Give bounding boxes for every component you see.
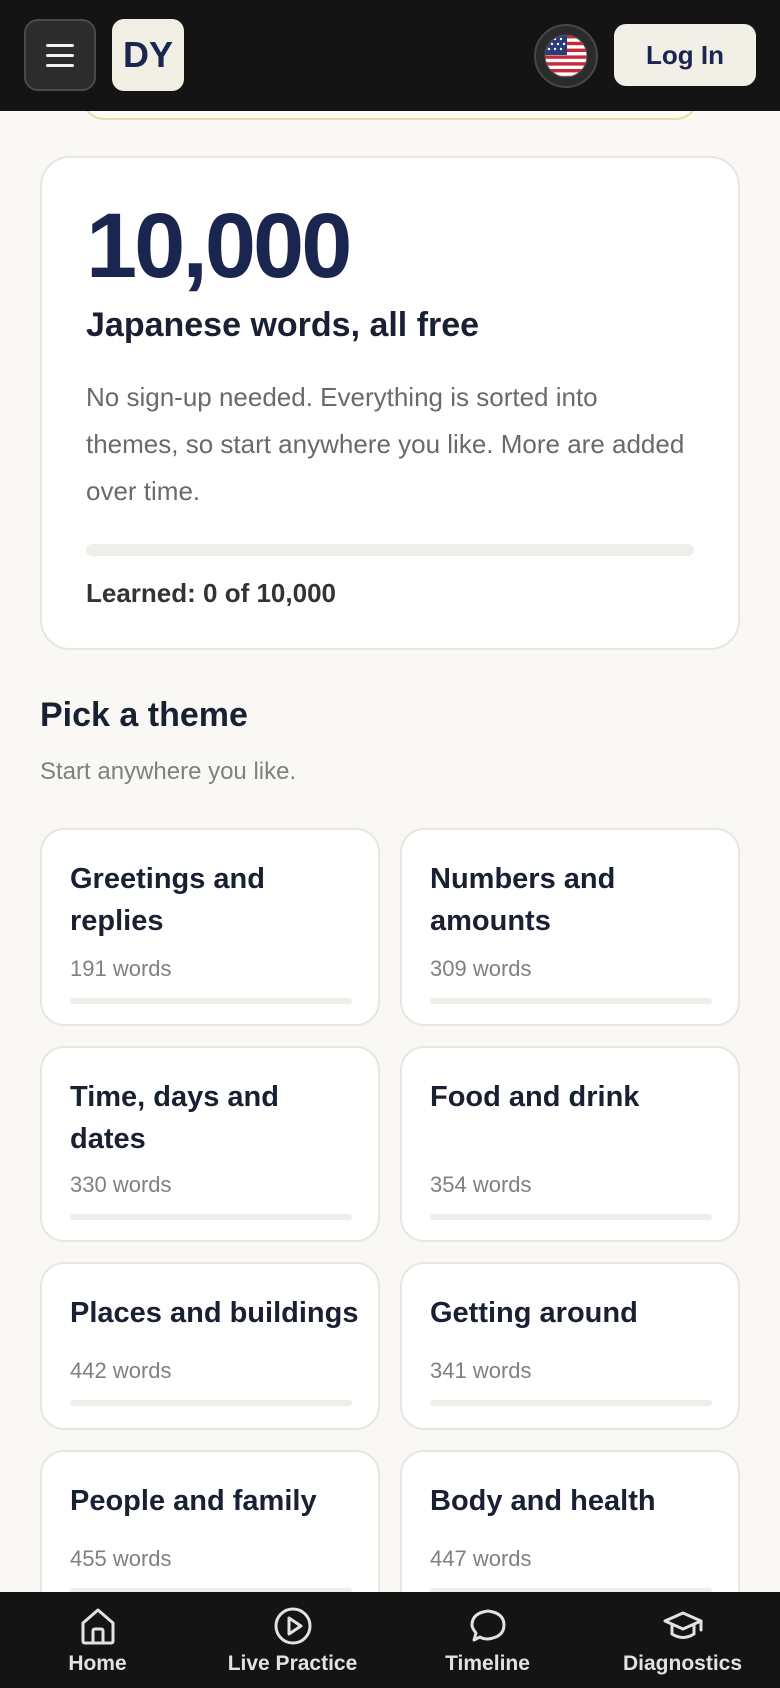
hamburger-icon <box>46 43 74 47</box>
theme-card-places[interactable]: Places and buildings 442 words <box>40 1262 380 1430</box>
theme-name: Numbers and amounts <box>430 863 616 937</box>
play-circle-icon <box>274 1607 311 1645</box>
nav-item-live-practice[interactable]: Live Practice <box>195 1592 390 1688</box>
us-flag-icon <box>544 34 588 78</box>
theme-progress-bar <box>430 1400 712 1406</box>
theme-word-count: 330 words <box>70 1172 172 1197</box>
section-subtitle: Start anywhere you like. <box>40 758 297 785</box>
theme-progress-bar <box>70 998 352 1004</box>
overall-progress-bar <box>86 544 694 556</box>
menu-button[interactable] <box>24 19 96 91</box>
theme-name: People and family <box>70 1485 317 1517</box>
theme-card-greetings[interactable]: Greetings and replies 191 words <box>40 828 380 1026</box>
word-count-number: 10,000 <box>86 195 352 297</box>
hamburger-icon-bar <box>46 63 74 67</box>
hero-title: Japanese words, all free <box>86 306 480 344</box>
theme-card-getting-around[interactable]: Getting around 341 words <box>400 1262 740 1430</box>
chat-bubble-icon <box>470 1609 505 1642</box>
theme-progress-bar <box>430 998 712 1004</box>
hamburger-icon-bar <box>46 53 74 57</box>
section-title: Pick a theme <box>40 696 248 734</box>
nav-label: Timeline <box>445 1652 530 1675</box>
nav-item-timeline[interactable]: Timeline <box>390 1592 585 1688</box>
theme-word-count: 341 words <box>430 1358 532 1383</box>
hero-description: No sign-up needed. Everything is sorted … <box>86 382 685 506</box>
theme-name: Body and health <box>430 1485 656 1517</box>
top-header: DY Log In <box>0 0 780 111</box>
theme-name: Greetings and replies <box>70 863 265 937</box>
graduation-cap-icon <box>663 1611 702 1639</box>
theme-word-count: 442 words <box>70 1358 172 1383</box>
home-icon <box>81 1608 114 1645</box>
nav-label: Live Practice <box>227 1652 358 1675</box>
theme-word-count: 191 words <box>70 956 172 981</box>
theme-name: Food and drink <box>430 1081 640 1113</box>
nav-label: Diagnostics <box>622 1652 743 1675</box>
theme-card-numbers[interactable]: Numbers and amounts 309 words <box>400 828 740 1026</box>
language-button[interactable] <box>534 24 598 88</box>
theme-card-food[interactable]: Food and drink 354 words <box>400 1046 740 1242</box>
theme-word-count: 354 words <box>430 1172 532 1197</box>
theme-progress-bar <box>430 1214 712 1220</box>
nav-label: Home <box>68 1652 127 1675</box>
learned-count-text: Learned: 0 of 10,000 <box>86 578 336 608</box>
theme-word-count: 447 words <box>430 1546 532 1571</box>
theme-progress-bar <box>70 1214 352 1220</box>
theme-word-count: 455 words <box>70 1546 172 1571</box>
hero-card: 10,000 Japanese words, all free No sign-… <box>40 156 740 650</box>
theme-name: Getting around <box>430 1297 638 1329</box>
login-button[interactable]: Log In <box>614 24 756 86</box>
theme-name: Time, days and dates <box>70 1081 279 1155</box>
bottom-nav: Home Live Practice Timeline Diagnostics <box>0 1592 780 1688</box>
theme-progress-bar <box>70 1400 352 1406</box>
theme-word-count: 309 words <box>430 956 532 981</box>
theme-name: Places and buildings <box>70 1297 359 1329</box>
nav-item-diagnostics[interactable]: Diagnostics <box>585 1592 780 1688</box>
theme-card-time[interactable]: Time, days and dates 330 words <box>40 1046 380 1242</box>
logo[interactable]: DY <box>112 19 184 91</box>
nav-item-home[interactable]: Home <box>0 1592 195 1688</box>
